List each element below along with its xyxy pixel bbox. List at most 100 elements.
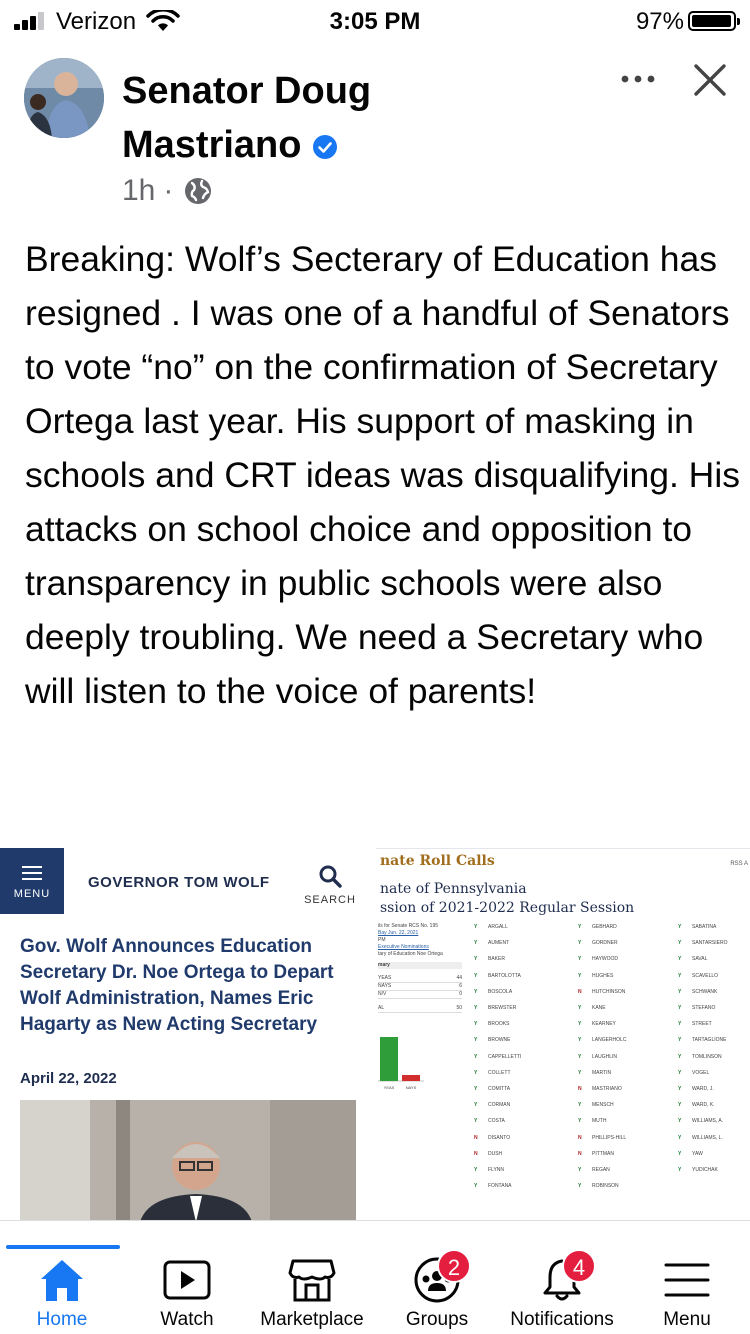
roll-call-vote-row: Y BARTOLOTTA <box>474 968 521 984</box>
vote-value: Y <box>578 924 582 930</box>
vote-value: Y <box>678 924 682 930</box>
gov-menu-label: MENU <box>13 888 51 900</box>
author-avatar[interactable] <box>24 58 104 138</box>
roll-call-vote-row: Y COSTA <box>474 1113 521 1129</box>
vote-value: Y <box>474 940 478 947</box>
senator-name: DISANTO <box>488 1134 511 1141</box>
rc-tally-row: AL 50 <box>378 1005 462 1013</box>
vote-value: Y <box>474 1021 478 1028</box>
roll-call-vote-row: Y SABATINA <box>678 919 727 935</box>
senator-name: PITTMAN <box>592 1150 614 1157</box>
vote-value: N <box>474 1134 478 1141</box>
roll-call-vote-row: Y BROWNE <box>474 1032 521 1048</box>
roll-call-vote-row: N PITTMAN <box>578 1146 626 1162</box>
rc-chart-label: YEAS <box>384 1085 395 1090</box>
roll-call-vote-row: Y SCAVELLO <box>678 968 727 984</box>
vote-value: Y <box>474 924 478 930</box>
senator-name: ARGALL <box>488 924 508 930</box>
roll-call-vote-row: Y STREET <box>678 1016 727 1032</box>
vote-value: Y <box>578 1118 582 1125</box>
nav-label: Notifications <box>510 1309 614 1330</box>
roll-call-vote-row: Y FONTANA <box>474 1178 521 1194</box>
roll-call-vote-row: Y MUTH <box>578 1113 626 1129</box>
close-icon[interactable] <box>692 62 728 98</box>
gov-search-label: SEARCH <box>304 894 356 906</box>
senator-name: VOGEL <box>692 1069 710 1076</box>
roll-call-vote-row: Y SCHWANK <box>678 984 727 1000</box>
notifications-badge: 4 <box>562 1249 596 1283</box>
roll-call-vote-row: Y WILLIAMS, L. <box>678 1130 727 1146</box>
gov-site-title: GOVERNOR TOM WOLF <box>88 874 270 891</box>
attachment-image-roll-call[interactable]: nate Roll Calls RSS A nate of Pennsylvan… <box>376 848 750 1222</box>
roll-call-vote-row: Y TARTAGLIONE <box>678 1032 727 1048</box>
senator-name: LANGERHOLC <box>592 1037 627 1044</box>
rc-sidebar-line: Executive Nominations <box>378 944 429 950</box>
roll-call-vote-row: Y LANGERHOLC <box>578 1032 626 1048</box>
roll-call-vote-row: Y BAKER <box>474 951 521 967</box>
vote-value: Y <box>678 1167 682 1174</box>
senator-name: BREWSTER <box>488 1005 517 1012</box>
status-bar: Verizon 3:05 PM 97% <box>0 0 750 40</box>
senator-name: REGAN <box>592 1167 610 1174</box>
vote-value: Y <box>578 1053 582 1060</box>
roll-call-vote-row: Y VOGEL <box>678 1065 727 1081</box>
roll-call-vote-row: Y ROBINSON <box>578 1178 626 1194</box>
vote-value: Y <box>678 1037 682 1044</box>
rc-tally-value: 50 <box>456 1005 462 1011</box>
senator-name: TOMLINSON <box>692 1053 722 1060</box>
senator-name: STEFANO <box>692 1005 716 1012</box>
nav-label: Home <box>36 1309 88 1330</box>
vote-value: Y <box>678 956 682 963</box>
roll-call-vote-row: Y CORMAN <box>474 1097 521 1113</box>
vote-value: Y <box>678 1053 682 1060</box>
vote-value: Y <box>678 988 682 995</box>
attachment-image-governor-article[interactable]: MENU GOVERNOR TOM WOLF SEARCH Gov. Wolf … <box>0 848 370 1222</box>
nav-item-menu[interactable]: Menu <box>625 1249 749 1334</box>
senator-name: WILLIAMS, A. <box>692 1118 724 1125</box>
nav-item-notifications[interactable]: 4 Notifications <box>500 1249 624 1334</box>
battery-icon <box>688 11 740 31</box>
roll-call-vote-row: N PHILLIPS-HILL <box>578 1130 626 1146</box>
vote-value: Y <box>678 1118 682 1125</box>
gov-article-headline: Gov. Wolf Announces Education Secretary … <box>20 936 334 1035</box>
senator-name: FONTANA <box>488 1183 512 1190</box>
senator-name: MUTH <box>592 1118 607 1125</box>
vote-value: Y <box>474 1167 478 1174</box>
nav-item-groups[interactable]: 2 Groups <box>375 1249 499 1334</box>
roll-call-vote-row: Y BOSCOLA <box>474 984 521 1000</box>
vote-value: Y <box>474 1183 478 1190</box>
gov-article-date: April 22, 2022 <box>20 1070 117 1087</box>
nav-item-home[interactable]: Home <box>0 1249 124 1334</box>
vote-value: Y <box>678 1069 682 1076</box>
roll-call-vote-row: Y BROOKS <box>474 1016 521 1032</box>
senator-name: CORMAN <box>488 1102 511 1109</box>
vote-value: N <box>578 1086 582 1093</box>
roll-call-vote-row: Y CAPPELLETTI <box>474 1049 521 1065</box>
vote-value: Y <box>578 1005 582 1012</box>
roll-call-vote-row: N HUTCHINSON <box>578 984 626 1000</box>
more-options-icon[interactable] <box>620 64 656 94</box>
vote-value: N <box>578 1150 582 1157</box>
nav-item-watch[interactable]: Watch <box>125 1249 249 1334</box>
roll-call-vote-row: Y HUGHES <box>578 968 626 984</box>
groups-badge: 2 <box>437 1249 471 1283</box>
vote-value: Y <box>474 1053 478 1060</box>
gov-article-photo <box>20 1100 356 1222</box>
senator-name: MASTRIANO <box>592 1086 622 1093</box>
nav-item-marketplace[interactable]: Marketplace <box>250 1249 374 1334</box>
rc-sidebar-line: mary <box>378 962 462 969</box>
vote-value: Y <box>474 988 478 995</box>
vote-value: N <box>474 1150 478 1157</box>
senator-name: SCHWANK <box>692 988 718 995</box>
post-time[interactable]: 1h <box>122 174 155 208</box>
bottom-nav: Home Watch Marketplace 2 Groups 4 Notifi… <box>0 1220 750 1334</box>
rc-tally-label: N/V <box>378 991 387 997</box>
senator-name: MENSCH <box>592 1102 614 1109</box>
senator-name: KEARNEY <box>592 1021 616 1028</box>
roll-call-title: nate Roll Calls <box>380 853 495 869</box>
roll-call-column-1: Y ARGALL Y AUMENT Y BAKER Y BARTOLOTTA Y BOSCOLA Y… <box>474 919 521 1194</box>
rc-tally-label: NAYS <box>378 983 392 989</box>
roll-call-vote-row: N MASTRIANO <box>578 1081 626 1097</box>
roll-call-vote-row: N DUSH <box>474 1146 521 1162</box>
home-icon <box>41 1260 83 1301</box>
